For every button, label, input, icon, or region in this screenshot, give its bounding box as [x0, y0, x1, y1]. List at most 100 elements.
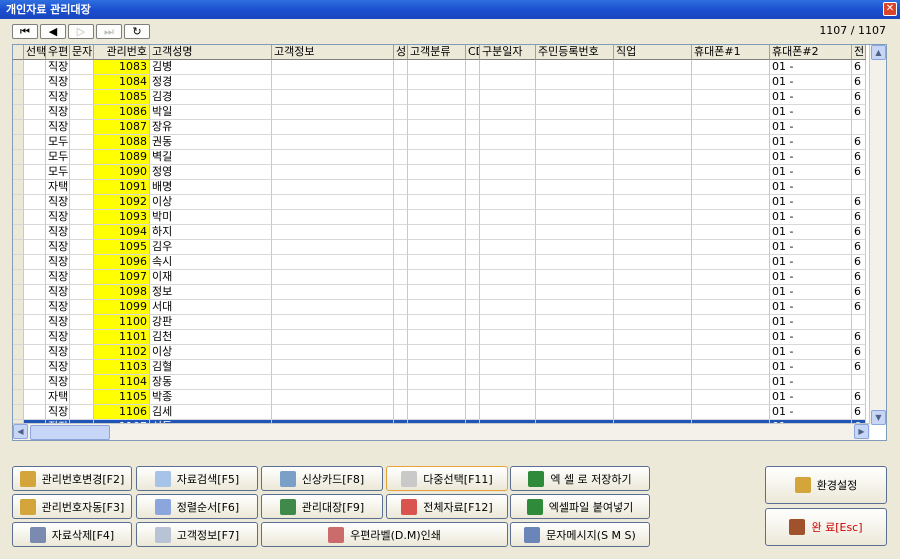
- column-header[interactable]: 휴대폰#2: [770, 45, 852, 60]
- id-cell: 1100: [94, 315, 150, 330]
- empty-cell: [692, 105, 770, 120]
- column-header[interactable]: 우편: [46, 45, 70, 60]
- label-print-button[interactable]: 우편라벨(D.M)인쇄: [261, 522, 508, 547]
- first-record-button[interactable]: ⏮: [12, 24, 38, 39]
- column-header[interactable]: 전: [852, 45, 866, 60]
- table-row[interactable]: 직장 1087 장유 01 -: [13, 120, 870, 135]
- table-row[interactable]: 자택 1105 박종 01 -6: [13, 390, 870, 405]
- sms-button[interactable]: 문자메시지(S M S): [510, 522, 650, 547]
- empty-cell: [466, 75, 480, 90]
- table-row[interactable]: 직장 1101 김천 01 -6: [13, 330, 870, 345]
- table-row[interactable]: 직장 1085 김경 01 -6: [13, 90, 870, 105]
- close-button[interactable]: ✕: [883, 2, 897, 16]
- scroll-left-icon[interactable]: ◀: [13, 424, 28, 439]
- table-row[interactable]: 직장 1094 하지 01 -6: [13, 225, 870, 240]
- empty-cell: [536, 75, 614, 90]
- id-cell: 1094: [94, 225, 150, 240]
- empty-cell: [272, 345, 394, 360]
- table-row[interactable]: 직장 1096 속시 01 -6: [13, 255, 870, 270]
- customer-info-button[interactable]: 고객정보[F7]: [136, 522, 258, 547]
- id-cell: 1106: [94, 405, 150, 420]
- next-record-button[interactable]: ▷: [68, 24, 94, 39]
- phone-cell: 6: [852, 330, 866, 345]
- table-row[interactable]: 직장 1100 강판 01 -: [13, 315, 870, 330]
- sort-order-button[interactable]: 정렬순서[F6]: [136, 494, 258, 519]
- column-header[interactable]: CD: [466, 45, 480, 60]
- phone2-cell: 01 -: [770, 390, 852, 405]
- save-excel-button[interactable]: 엑 셀 로 저장하기: [510, 466, 650, 491]
- empty-cell: [394, 240, 408, 255]
- column-header[interactable]: 성: [394, 45, 408, 60]
- empty-cell: [480, 375, 536, 390]
- column-header[interactable]: 고객성명: [150, 45, 272, 60]
- scroll-down-icon[interactable]: ▼: [871, 410, 886, 425]
- phone2-cell: 01 -: [770, 180, 852, 195]
- table-row[interactable]: 직장 1086 박일 01 -6: [13, 105, 870, 120]
- column-header[interactable]: 휴대폰#1: [692, 45, 770, 60]
- phone2-cell: 01 -: [770, 375, 852, 390]
- table-row[interactable]: 직장 1092 이상 01 -6: [13, 195, 870, 210]
- ledger-button[interactable]: 관리대장[F9]: [261, 494, 383, 519]
- column-header[interactable]: 문자: [70, 45, 94, 60]
- multi-select-button[interactable]: 다중선택[F11]: [386, 466, 508, 491]
- phone-cell: 6: [852, 405, 866, 420]
- empty-cell: [480, 90, 536, 105]
- empty-cell: [394, 360, 408, 375]
- column-header[interactable]: 고객정보: [272, 45, 394, 60]
- customer-grid[interactable]: 선택우편문자관리번호고객성명고객정보성고객분류CD구분일자주민등록번호직업휴대폰…: [12, 44, 887, 441]
- id-cell: 1101: [94, 330, 150, 345]
- table-row[interactable]: 직장 1102 이상 01 -6: [13, 345, 870, 360]
- table-row[interactable]: 직장 1099 서대 01 -6: [13, 300, 870, 315]
- table-row[interactable]: 자택 1091 배명 01 -: [13, 180, 870, 195]
- phone-cell: 6: [852, 270, 866, 285]
- done-button[interactable]: 완 료[Esc]: [765, 508, 887, 546]
- table-row[interactable]: 직장 1097 이재 01 -6: [13, 270, 870, 285]
- scroll-right-icon[interactable]: ▶: [854, 424, 869, 439]
- table-row[interactable]: 직장 1084 정경 01 -6: [13, 75, 870, 90]
- table-row[interactable]: 직장 1095 김우 01 -6: [13, 240, 870, 255]
- empty-cell: [692, 135, 770, 150]
- row-indicator: [13, 105, 24, 120]
- prev-record-button[interactable]: ◀: [40, 24, 66, 39]
- settings-button[interactable]: 환경설정: [765, 466, 887, 504]
- column-header[interactable]: 선택: [24, 45, 46, 60]
- table-row[interactable]: 직장 1106 김세 01 -6: [13, 405, 870, 420]
- empty-cell: [536, 360, 614, 375]
- vertical-scrollbar[interactable]: ▲ ▼: [869, 45, 886, 425]
- horizontal-scroll-thumb[interactable]: [30, 425, 110, 440]
- sms-cell: [70, 150, 94, 165]
- profile-card-button[interactable]: 신상카드[F8]: [261, 466, 383, 491]
- table-row[interactable]: 모두 1090 정영 01 -6: [13, 165, 870, 180]
- column-header[interactable]: 구분일자: [480, 45, 536, 60]
- change-id-button[interactable]: 관리번호변경[F2]: [12, 466, 132, 491]
- row-indicator: [13, 90, 24, 105]
- table-row[interactable]: 직장 1104 장동 01 -: [13, 375, 870, 390]
- auto-id-button[interactable]: 관리번호자동[F3]: [12, 494, 132, 519]
- search-button[interactable]: 자료검색[F5]: [136, 466, 258, 491]
- empty-cell: [466, 360, 480, 375]
- last-record-button[interactable]: ⏭: [96, 24, 122, 39]
- column-header[interactable]: 관리번호: [94, 45, 150, 60]
- table-row[interactable]: 직장 1093 박미 01 -6: [13, 210, 870, 225]
- column-header[interactable]: 직업: [614, 45, 692, 60]
- column-header[interactable]: 고객분류: [408, 45, 466, 60]
- empty-cell: [408, 210, 466, 225]
- all-data-button[interactable]: 전체자료[F12]: [386, 494, 508, 519]
- table-row[interactable]: 직장 1083 김병 01 -6: [13, 60, 870, 75]
- row-indicator: [13, 150, 24, 165]
- table-row[interactable]: 직장 1103 김혈 01 -6: [13, 360, 870, 375]
- table-row[interactable]: 모두 1088 권동 01 -6: [13, 135, 870, 150]
- scroll-up-icon[interactable]: ▲: [871, 45, 886, 60]
- paste-excel-button[interactable]: 엑셀파일 붙여넣기: [510, 494, 650, 519]
- select-cell: [24, 105, 46, 120]
- table-row[interactable]: 모두 1089 벽길 01 -6: [13, 150, 870, 165]
- empty-cell: [394, 285, 408, 300]
- column-header[interactable]: 주민등록번호: [536, 45, 614, 60]
- delete-data-button[interactable]: 자료삭제[F4]: [12, 522, 132, 547]
- empty-cell: [394, 315, 408, 330]
- name-cell: 김경: [150, 90, 272, 105]
- table-row[interactable]: 직장 1098 정보 01 -6: [13, 285, 870, 300]
- horizontal-scrollbar[interactable]: ◀ ▶: [13, 423, 870, 440]
- refresh-button[interactable]: ↻: [124, 24, 150, 39]
- empty-cell: [536, 180, 614, 195]
